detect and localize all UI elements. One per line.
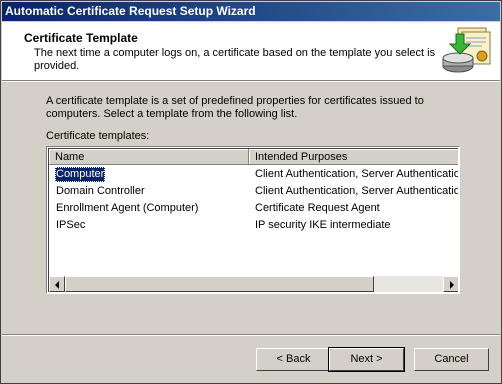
scroll-left-button[interactable] [49, 276, 65, 292]
row-name: Domain Controller [56, 185, 145, 197]
list-header: Name Intended Purposes [49, 149, 458, 165]
row-name: Enrollment Agent (Computer) [56, 202, 199, 214]
arrow-left-icon [55, 281, 59, 289]
page-subtitle: The next time a computer logs on, a cert… [34, 47, 436, 72]
footer-divider [2, 334, 500, 336]
list-row-domain-controller[interactable]: Domain Controller Client Authentication,… [49, 183, 458, 200]
scroll-right-button[interactable] [443, 276, 458, 292]
row-purposes: IP security IKE intermediate [255, 219, 391, 231]
horizontal-scrollbar[interactable] [49, 276, 458, 292]
list-row-ipsec[interactable]: IPSec IP security IKE intermediate [49, 217, 458, 234]
cancel-button[interactable]: Cancel [414, 348, 489, 371]
row-purposes: Client Authentication, Server Authentica… [255, 185, 458, 197]
row-purposes: Client Authentication, Server Authentica… [255, 168, 458, 180]
scroll-thumb[interactable] [65, 276, 374, 292]
row-name: IPSec [56, 219, 86, 231]
templates-label: Certificate templates: [46, 130, 150, 142]
next-button[interactable]: Next > [328, 347, 405, 372]
header-divider [2, 80, 500, 82]
back-button[interactable]: < Back [256, 348, 331, 371]
column-header-purposes[interactable]: Intended Purposes [249, 149, 458, 165]
title-bar[interactable]: Automatic Certificate Request Setup Wiza… [2, 2, 500, 21]
description-text: A certificate template is a set of prede… [46, 95, 424, 120]
list-row-computer[interactable]: Computer Client Authentication, Server A… [49, 166, 458, 183]
arrow-right-icon [450, 281, 454, 289]
list-row-enrollment-agent[interactable]: Enrollment Agent (Computer) Certificate … [49, 200, 458, 217]
row-purposes: Certificate Request Agent [255, 202, 380, 214]
wizard-window: Automatic Certificate Request Setup Wiza… [0, 0, 502, 384]
row-name: Computer [55, 167, 106, 182]
page-title: Certificate Template [24, 31, 138, 45]
certificate-wizard-icon [442, 27, 491, 73]
column-header-name[interactable]: Name [49, 149, 249, 165]
wizard-header: Certificate Template The next time a com… [2, 22, 500, 80]
window-title: Automatic Certificate Request Setup Wiza… [5, 4, 256, 18]
certificate-templates-list[interactable]: Name Intended Purposes Computer Client A… [46, 146, 460, 294]
